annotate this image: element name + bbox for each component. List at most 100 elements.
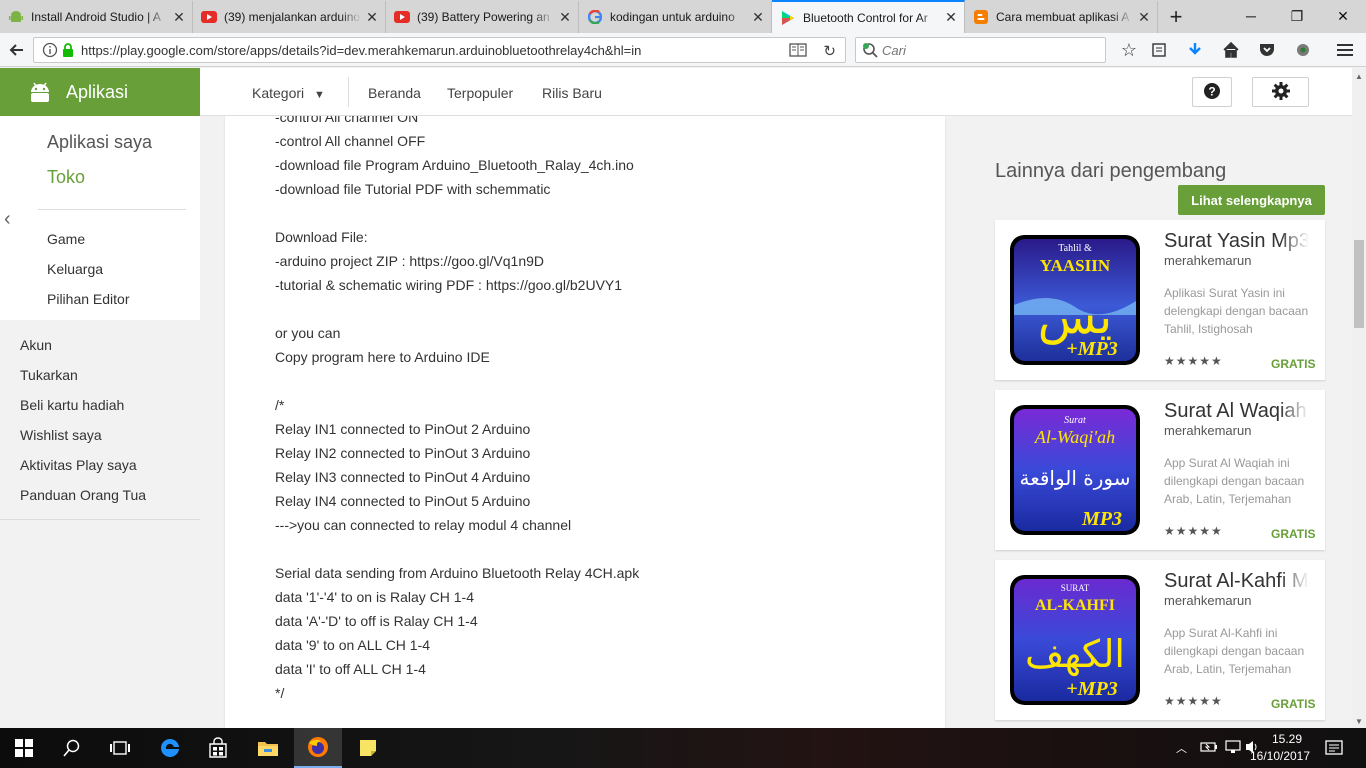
power-icon[interactable] [1200, 740, 1218, 757]
browser-tab-active[interactable]: Bluetooth Control for Ar ✕ [772, 0, 965, 33]
help-button[interactable]: ? [1192, 77, 1232, 107]
search-input[interactable] [882, 41, 1102, 59]
sidebar-link-play-activity[interactable]: Aktivitas Play saya [20, 457, 137, 473]
notification-center-icon[interactable] [1325, 739, 1343, 760]
app-card[interactable]: Surat Al-Waqi'ah سورة الواقعة MP3 Surat … [995, 390, 1325, 550]
description-line: data 'I' to off ALL CH 1-4 [275, 661, 426, 677]
close-window-icon[interactable]: ✕ [1320, 0, 1366, 32]
store-icon[interactable] [194, 728, 242, 768]
see-more-button[interactable]: Lihat selengkapnya [1178, 185, 1325, 215]
info-icon[interactable] [42, 42, 58, 61]
sidebar-item-family[interactable]: Keluarga [47, 261, 103, 277]
window-controls: ─ ❐ ✕ [1228, 0, 1366, 32]
sidebar-divider [38, 209, 186, 210]
tab-title: kodingan untuk arduino [610, 10, 735, 24]
app-title[interactable]: Surat Al Waqiah [1164, 400, 1309, 423]
edge-icon[interactable] [146, 728, 194, 768]
network-icon[interactable] [1224, 740, 1242, 757]
chevron-left-icon[interactable]: ‹ [4, 208, 11, 231]
brand-apps[interactable]: Aplikasi [0, 68, 200, 117]
lock-icon [62, 43, 74, 60]
browser-tab[interactable]: Install Android Studio | A ✕ [0, 1, 193, 33]
tab-close-icon[interactable]: ✕ [172, 9, 186, 26]
browser-tab[interactable]: kodingan untuk arduino ✕ [579, 1, 772, 33]
scroll-up-icon[interactable]: ▲ [1355, 72, 1363, 81]
app-icon-waqiah[interactable]: Surat Al-Waqi'ah سورة الواقعة MP3 [1010, 405, 1140, 535]
nav-top-charts-link[interactable]: Terpopuler [447, 85, 513, 101]
app-icon-yasin[interactable]: Tahlil & YAASIIN يس +MP3 [1010, 235, 1140, 365]
search-bar[interactable] [855, 37, 1106, 63]
app-price[interactable]: GRATIS [1271, 527, 1315, 541]
file-explorer-icon[interactable] [244, 728, 292, 768]
reload-icon[interactable]: ↻ [823, 42, 836, 60]
extension-icon[interactable] [1290, 37, 1316, 63]
chevron-up-icon[interactable]: ︿ [1176, 740, 1187, 756]
sidebar-item-store[interactable]: Toko [47, 167, 85, 188]
scroll-down-icon[interactable]: ▼ [1355, 717, 1363, 726]
app-card[interactable]: Tahlil & YAASIIN يس +MP3 Surat Yasin Mp3… [995, 220, 1325, 380]
sidebar-primary: ‹ Aplikasi saya Toko Game Keluarga Pilih… [0, 116, 200, 320]
download-icon[interactable] [1182, 37, 1208, 63]
sidebar-link-parent-guide[interactable]: Panduan Orang Tua [20, 487, 146, 503]
star-rating: ★★★★★ [1164, 524, 1223, 538]
browser-tab[interactable]: (39) menjalankan arduino ✕ [193, 1, 386, 33]
description-line: */ [275, 685, 285, 701]
tab-close-icon[interactable]: ✕ [558, 9, 572, 26]
tab-close-icon[interactable]: ✕ [365, 9, 379, 26]
category-dropdown[interactable]: Kategori ▼ [252, 85, 325, 101]
tab-close-icon[interactable]: ✕ [944, 9, 958, 26]
description-line: --->you can connected to relay modul 4 c… [275, 517, 572, 533]
menu-icon[interactable] [1332, 37, 1358, 63]
scrollbar-thumb[interactable] [1354, 240, 1364, 328]
description-line: Relay IN3 connected to PinOut 4 Arduino [275, 469, 531, 485]
sidebar-item-my-apps[interactable]: Aplikasi saya [47, 132, 152, 153]
url-text: https://play.google.com/store/apps/detai… [81, 43, 642, 58]
pocket-icon[interactable] [1254, 37, 1280, 63]
app-icon-kahfi[interactable]: SURAT AL-KAHFI الكهف +MP3 [1010, 575, 1140, 705]
nav-home-link[interactable]: Beranda [368, 85, 421, 101]
browser-tab[interactable]: Cara membuat aplikasi A ✕ [965, 1, 1158, 33]
tab-close-icon[interactable]: ✕ [1137, 9, 1151, 26]
app-developer[interactable]: merahkemarun [1164, 593, 1251, 608]
app-developer[interactable]: merahkemarun [1164, 423, 1251, 438]
sidebar-link-account[interactable]: Akun [20, 337, 52, 353]
description-line: Download File: [275, 229, 368, 245]
sidebar-item-editors-choice[interactable]: Pilihan Editor [47, 291, 130, 307]
library-icon[interactable] [1146, 37, 1172, 63]
reader-view-icon[interactable] [789, 43, 807, 60]
app-developer[interactable]: merahkemarun [1164, 253, 1251, 268]
icon-name-text: YAASIIN [1040, 256, 1111, 275]
tab-close-icon[interactable]: ✕ [751, 9, 765, 26]
browser-tab[interactable]: (39) Battery Powering an ✕ [386, 1, 579, 33]
clock-date[interactable]: 16/10/2017 [1244, 749, 1316, 763]
sidebar-item-games[interactable]: Game [47, 231, 85, 247]
nav-new-releases-link[interactable]: Rilis Baru [542, 85, 602, 101]
task-view-icon[interactable] [96, 728, 144, 768]
gear-icon [1271, 81, 1291, 104]
app-price[interactable]: GRATIS [1271, 357, 1315, 371]
page-scrollbar[interactable]: ▲ ▼ [1352, 68, 1366, 728]
start-button[interactable] [0, 728, 48, 768]
restore-icon[interactable]: ❐ [1274, 0, 1320, 32]
icon-arabic-text: الكهف [1025, 632, 1125, 677]
app-price[interactable]: GRATIS [1271, 697, 1315, 711]
minimize-icon[interactable]: ─ [1228, 0, 1274, 32]
search-engine-icon[interactable] [862, 42, 880, 61]
address-bar[interactable]: https://play.google.com/store/apps/detai… [33, 37, 846, 63]
settings-button[interactable] [1252, 77, 1309, 107]
bookmark-star-icon[interactable]: ☆ [1116, 37, 1142, 63]
sidebar-link-gift-card[interactable]: Beli kartu hadiah [20, 397, 124, 413]
app-card[interactable]: SURAT AL-KAHFI الكهف +MP3 Surat Al-Kahfi… [995, 560, 1325, 720]
app-title[interactable]: Surat Yasin Mp3 [1164, 230, 1309, 253]
sidebar-link-wishlist[interactable]: Wishlist saya [20, 427, 102, 443]
tab-title: Cara membuat aplikasi A [996, 10, 1130, 24]
home-icon[interactable] [1218, 37, 1244, 63]
sidebar-link-redeem[interactable]: Tukarkan [20, 367, 78, 383]
firefox-icon[interactable] [294, 728, 342, 768]
search-icon[interactable] [48, 728, 96, 768]
app-title[interactable]: Surat Al-Kahfi Mp3 [1164, 570, 1309, 593]
back-arrow-icon[interactable] [4, 37, 30, 63]
sticky-notes-icon[interactable] [344, 728, 392, 768]
new-tab-button[interactable]: + [1158, 1, 1194, 33]
clock-time[interactable]: 15.29 [1262, 732, 1312, 746]
